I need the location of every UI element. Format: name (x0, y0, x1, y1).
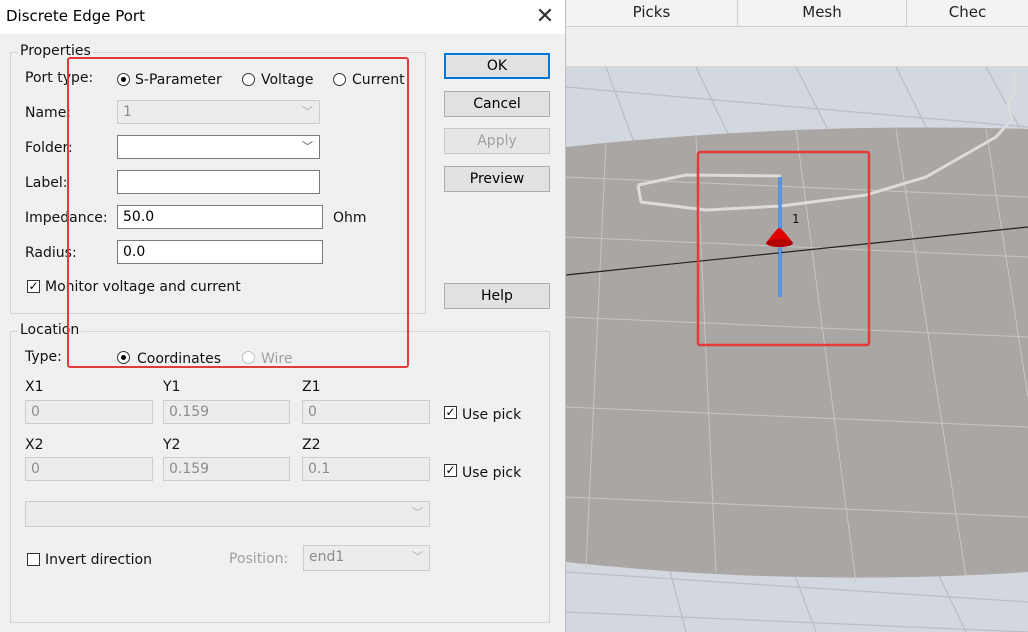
location-type-label: Type: (25, 349, 62, 365)
y1-label: Y1 (163, 379, 181, 395)
y2-input: 0.159 (163, 457, 290, 481)
x2-label: X2 (25, 437, 44, 453)
z2-input: 0.1 (302, 457, 430, 481)
use-pick-2-label[interactable]: Use pick (462, 465, 521, 481)
3d-viewport[interactable]: Picks Mesh Chec 1 (566, 0, 1028, 632)
preview-button[interactable]: Preview (444, 166, 550, 192)
position-combo: end1 ﹀ (303, 545, 430, 571)
discrete-edge-port-dialog: Discrete Edge Port ✕ Properties Port typ… (0, 0, 566, 632)
invert-direction-checkbox[interactable] (27, 553, 40, 566)
title-bar: Discrete Edge Port ✕ (0, 0, 565, 34)
z1-label: Z1 (302, 379, 321, 395)
invert-direction-label[interactable]: Invert direction (45, 552, 152, 568)
name-label: Name: (25, 105, 72, 121)
position-label: Position: (229, 551, 289, 567)
ok-button[interactable]: OK (444, 53, 550, 79)
use-pick-2-checkbox[interactable]: ✓ (444, 464, 457, 477)
scene-canvas: 1 (566, 67, 1028, 632)
z1-input: 0 (302, 400, 430, 424)
ribbon-toolbar (566, 27, 1028, 67)
x1-input: 0 (25, 400, 153, 424)
close-icon[interactable]: ✕ (534, 4, 556, 30)
position-value: end1 (309, 549, 345, 565)
y2-label: Y2 (163, 437, 181, 453)
ground-plane (566, 127, 1028, 583)
monitor-checkbox[interactable]: ✓ (27, 280, 40, 293)
z2-label: Z2 (302, 437, 321, 453)
apply-button: Apply (444, 128, 550, 154)
wire-select-combo: ﹀ (25, 501, 430, 527)
tab-mesh[interactable]: Mesh (738, 0, 907, 26)
chevron-down-icon: ﹀ (412, 506, 423, 519)
use-pick-1-checkbox[interactable]: ✓ (444, 406, 457, 419)
ribbon-tabs: Picks Mesh Chec (566, 0, 1028, 27)
x1-label: X1 (25, 379, 44, 395)
use-pick-1-label[interactable]: Use pick (462, 407, 521, 423)
chevron-down-icon: ﹀ (412, 550, 423, 563)
help-button[interactable]: Help (444, 283, 550, 309)
dialog-title: Discrete Edge Port (6, 7, 145, 25)
tab-picks[interactable]: Picks (566, 0, 738, 26)
tab-check[interactable]: Chec (907, 0, 1028, 26)
port-number-label: 1 (792, 212, 800, 226)
cancel-button[interactable]: Cancel (444, 91, 550, 117)
label-label: Label: (25, 175, 68, 191)
highlight-box-port-type (67, 57, 409, 368)
y1-input: 0.159 (163, 400, 290, 424)
folder-label: Folder: (25, 140, 73, 156)
x2-input: 0 (25, 457, 153, 481)
